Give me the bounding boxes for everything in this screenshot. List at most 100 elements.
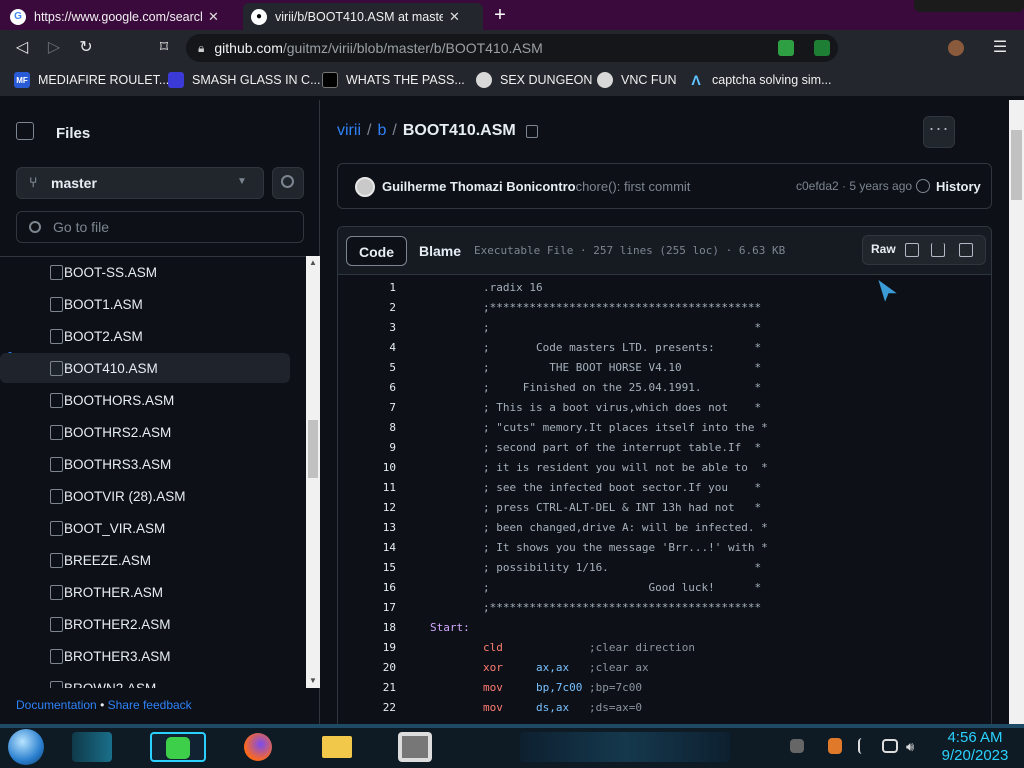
flag-icon[interactable] <box>858 738 870 754</box>
file-tree-item[interactable]: BOOTVIR (28).ASM <box>0 481 290 511</box>
raw-button[interactable]: Raw <box>871 242 896 256</box>
commit-sha-age[interactable]: c0efda2 · 5 years ago <box>796 179 912 193</box>
line-number[interactable]: 12 <box>338 501 396 514</box>
tray-app-icon[interactable] <box>828 738 842 754</box>
address-bar[interactable]: 🔒︎ github.com/guitmz/virii/blob/master/b… <box>186 34 838 62</box>
line-number[interactable]: 7 <box>338 401 396 414</box>
taskbar-firefox[interactable] <box>242 732 274 762</box>
file-tree-item[interactable]: BOOTHRS3.ASM <box>0 449 290 479</box>
close-tab-icon[interactable]: ✕ <box>208 9 219 25</box>
line-number[interactable]: 17 <box>338 601 396 614</box>
copy-raw-icon[interactable] <box>905 243 919 257</box>
history-link[interactable]: History <box>936 179 981 194</box>
share-feedback-link[interactable]: Share feedback <box>108 698 192 712</box>
bookmark-vnc-fun[interactable]: VNC FUN <box>597 72 677 88</box>
file-tree-item[interactable]: BOOTHORS.ASM <box>0 385 290 415</box>
file-tree-item[interactable]: BOOT2.ASM <box>0 321 290 351</box>
taskbar-clock[interactable]: 4:56 AM 9/20/2023 <box>930 729 1020 765</box>
breadcrumb-dir-link[interactable]: b <box>377 122 386 140</box>
file-tree-item[interactable]: BREEZE.ASM <box>0 545 290 575</box>
line-number[interactable]: 5 <box>338 361 396 374</box>
line-number[interactable]: 20 <box>338 661 396 674</box>
bookmark-captcha[interactable]: Λ captcha solving sim... <box>688 72 831 88</box>
commit-message[interactable]: chore(): first commit <box>576 179 691 194</box>
line-number[interactable]: 8 <box>338 421 396 434</box>
file-tree-item[interactable]: BROWN2.ASM <box>0 673 290 688</box>
breadcrumb-repo-link[interactable]: virii <box>337 122 361 140</box>
file-tree-item[interactable]: BOOT-SS.ASM <box>0 257 290 287</box>
more-options-button[interactable]: ··· <box>923 116 955 148</box>
code-comment: ;clear ax <box>588 661 649 674</box>
taskbar-messages-app[interactable] <box>150 732 206 762</box>
back-icon[interactable]: ◁ <box>12 38 32 58</box>
bookmark-sex-dungeon[interactable]: SEX DUNGEON <box>476 72 592 88</box>
reload-icon[interactable]: ↻ <box>76 38 96 58</box>
go-to-file-input[interactable]: Go to file <box>16 211 304 243</box>
file-tree-item[interactable]: BROTHER.ASM <box>0 577 290 607</box>
tab-google-search[interactable]: G https://www.google.com/search?q ✕ <box>2 3 242 30</box>
file-tree-item[interactable]: BROTHER2.ASM <box>0 609 290 639</box>
branch-selector[interactable]: ⑂ master ▼ <box>16 167 264 199</box>
line-number[interactable]: 11 <box>338 481 396 494</box>
search-files-button[interactable] <box>272 167 304 199</box>
extension-shield-icon[interactable] <box>814 40 830 56</box>
line-number[interactable]: 4 <box>338 341 396 354</box>
file-tree-item[interactable]: BOOT1.ASM <box>0 289 290 319</box>
tab-blame[interactable]: Blame <box>407 236 473 266</box>
documentation-link[interactable]: Documentation <box>16 698 97 712</box>
network-icon[interactable] <box>882 739 898 753</box>
line-number[interactable]: 22 <box>338 701 396 714</box>
file-tree-item[interactable]: BROTHER3.ASM <box>0 641 290 671</box>
close-tab-icon[interactable]: ✕ <box>449 9 460 25</box>
scroll-up-icon[interactable]: ▲ <box>306 256 320 270</box>
line-number[interactable]: 3 <box>338 321 396 334</box>
new-tab-button[interactable]: + <box>488 5 512 27</box>
taskbar-file-explorer[interactable] <box>320 732 354 762</box>
sidebar-scrollbar[interactable]: ▲ ▼ <box>306 256 320 688</box>
file-icon <box>50 424 63 440</box>
line-number[interactable]: 21 <box>338 681 396 694</box>
line-number[interactable]: 14 <box>338 541 396 554</box>
line-number[interactable]: 10 <box>338 461 396 474</box>
file-tree-item[interactable]: BOOT_VIR.ASM <box>0 513 290 543</box>
start-button[interactable] <box>8 729 44 765</box>
copy-path-icon[interactable] <box>525 124 538 138</box>
bookmark-smash-glass[interactable]: SMASH GLASS IN C... <box>168 72 321 88</box>
scrollbar-thumb[interactable] <box>1011 130 1022 200</box>
window-controls[interactable] <box>914 0 1024 12</box>
breadcrumb-file-name: BOOT410.ASM <box>402 122 516 139</box>
file-header: Code Blame Executable File · 257 lines (… <box>338 227 991 275</box>
taskbar-app[interactable] <box>398 732 432 762</box>
tab-github-file[interactable]: ● virii/b/BOOT410.ASM at master · g ✕ <box>243 3 483 30</box>
bookmark-mediafire[interactable]: MF MEDIAFIRE ROULET... <box>14 72 169 88</box>
scroll-down-icon[interactable]: ▼ <box>306 674 320 688</box>
file-tree-item[interactable]: BOOTHRS2.ASM <box>0 417 290 447</box>
scrollbar-thumb[interactable] <box>308 420 318 478</box>
line-number[interactable]: 6 <box>338 381 396 394</box>
line-number[interactable]: 18 <box>338 621 396 634</box>
line-number[interactable]: 19 <box>338 641 396 654</box>
show-hidden-icons[interactable] <box>790 739 804 753</box>
collapse-sidebar-icon[interactable] <box>16 122 34 140</box>
tab-code[interactable]: Code <box>346 236 407 266</box>
bookmark-star-icon[interactable]: ⌑ <box>154 38 174 58</box>
symbols-panel-icon[interactable] <box>959 243 973 257</box>
extension-chat-icon[interactable] <box>778 40 794 56</box>
browser-menu-icon[interactable]: ☰ <box>990 38 1010 58</box>
line-number[interactable]: 1 <box>338 281 396 294</box>
line-number[interactable]: 9 <box>338 441 396 454</box>
download-icon[interactable] <box>931 243 945 257</box>
line-number[interactable]: 2 <box>338 301 396 314</box>
file-tree-item[interactable]: BOOT410.ASM <box>0 353 290 383</box>
bookmark-whats-the-pass[interactable]: WHATS THE PASS... <box>322 72 465 88</box>
volume-icon[interactable]: 🔊︎ <box>906 739 920 754</box>
line-number[interactable]: 13 <box>338 521 396 534</box>
line-number[interactable]: 16 <box>338 581 396 594</box>
line-number[interactable]: 15 <box>338 561 396 574</box>
commit-author[interactable]: Guilherme Thomazi Bonicontro <box>382 179 576 194</box>
bookmark-icon <box>476 72 492 88</box>
forward-icon[interactable]: ▷ <box>44 38 64 58</box>
profile-avatar[interactable] <box>948 40 964 56</box>
page-scrollbar[interactable] <box>1009 100 1024 724</box>
author-avatar[interactable] <box>355 177 375 197</box>
